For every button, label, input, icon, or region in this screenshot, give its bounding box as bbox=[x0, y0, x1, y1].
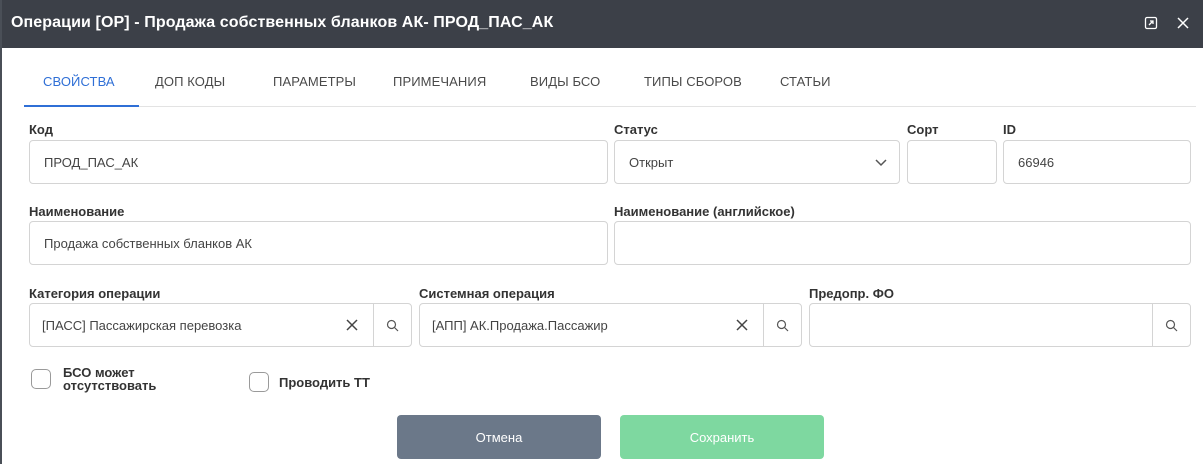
op-category-lookup[interactable]: [ПАСС] Пассажирская перевозка bbox=[29, 303, 412, 347]
search-icon bbox=[386, 319, 399, 331]
name-en-field[interactable] bbox=[614, 221, 1191, 265]
tab-notes[interactable]: ПРИМЕЧАНИЯ bbox=[393, 74, 486, 89]
sort-label: Сорт bbox=[907, 122, 939, 137]
search-icon bbox=[776, 319, 789, 331]
tab-fee-types[interactable]: ТИПЫ СБОРОВ bbox=[644, 74, 742, 89]
tab-articles[interactable]: СТАТЬИ bbox=[780, 74, 831, 89]
tab-parameters[interactable]: ПАРАМЕТРЫ bbox=[273, 74, 356, 89]
tab-bar: СВОЙСТВА ДОП КОДЫ ПАРАМЕТРЫ ПРИМЕЧАНИЯ В… bbox=[24, 48, 1196, 107]
system-op-lookup[interactable]: [АПП] АК.Продажа.Пассажир bbox=[419, 303, 802, 347]
predef-fo-lookup[interactable] bbox=[809, 303, 1191, 347]
chevron-down-icon bbox=[875, 159, 887, 167]
code-value: ПРОД_ПАС_АК bbox=[44, 155, 139, 170]
code-label: Код bbox=[29, 122, 53, 137]
id-field[interactable]: 66946 bbox=[1003, 140, 1191, 184]
clear-icon[interactable] bbox=[344, 317, 360, 333]
operation-dialog: Операции [OP] - Продажа собственных блан… bbox=[0, 0, 1203, 464]
cancel-button[interactable]: Отмена bbox=[397, 415, 601, 459]
close-icon[interactable] bbox=[1172, 12, 1194, 34]
bso-absent-label-line2: отсутствовать bbox=[63, 378, 157, 393]
id-value: 66946 bbox=[1018, 155, 1055, 170]
name-label: Наименование bbox=[29, 204, 125, 219]
tab-extra-codes[interactable]: ДОП КОДЫ bbox=[155, 74, 225, 89]
name-en-label: Наименование (английское) bbox=[614, 204, 795, 219]
op-category-label: Категория операции bbox=[29, 286, 161, 301]
status-select[interactable]: Открыт bbox=[614, 140, 900, 184]
conduct-tt-checkbox[interactable] bbox=[249, 372, 269, 392]
bso-absent-checkbox[interactable] bbox=[31, 369, 51, 389]
tab-bso-types[interactable]: ВИДЫ БСО bbox=[530, 74, 600, 89]
predef-fo-search-button[interactable] bbox=[1152, 304, 1190, 346]
search-icon bbox=[1165, 319, 1178, 331]
id-label: ID bbox=[1003, 122, 1016, 137]
op-category-search-button[interactable] bbox=[373, 304, 411, 346]
bso-absent-label: БСО может отсутствовать bbox=[63, 366, 156, 392]
system-op-label: Системная операция bbox=[419, 286, 555, 301]
code-field[interactable]: ПРОД_ПАС_АК bbox=[29, 140, 608, 184]
name-value: Продажа собственных бланков АК bbox=[44, 236, 252, 251]
conduct-tt-label: Проводить ТТ bbox=[279, 375, 370, 390]
clear-icon[interactable] bbox=[734, 317, 750, 333]
name-field[interactable]: Продажа собственных бланков АК bbox=[29, 221, 608, 265]
status-label: Статус bbox=[614, 122, 658, 137]
predef-fo-label: Предопр. ФО bbox=[809, 286, 894, 301]
dialog-title: Операции [OP] - Продажа собственных блан… bbox=[11, 14, 554, 31]
save-button[interactable]: Сохранить bbox=[620, 415, 824, 459]
op-category-value: [ПАСС] Пассажирская перевозка bbox=[42, 318, 242, 333]
sort-field[interactable] bbox=[907, 140, 997, 184]
dialog-titlebar: Операции [OP] - Продажа собственных блан… bbox=[2, 0, 1203, 48]
status-value: Открыт bbox=[629, 155, 674, 170]
system-op-value: [АПП] АК.Продажа.Пассажир bbox=[432, 318, 608, 333]
expand-icon[interactable] bbox=[1140, 12, 1162, 34]
tab-properties[interactable]: СВОЙСТВА bbox=[43, 74, 115, 89]
system-op-search-button[interactable] bbox=[763, 304, 801, 346]
active-tab-indicator bbox=[24, 105, 139, 107]
